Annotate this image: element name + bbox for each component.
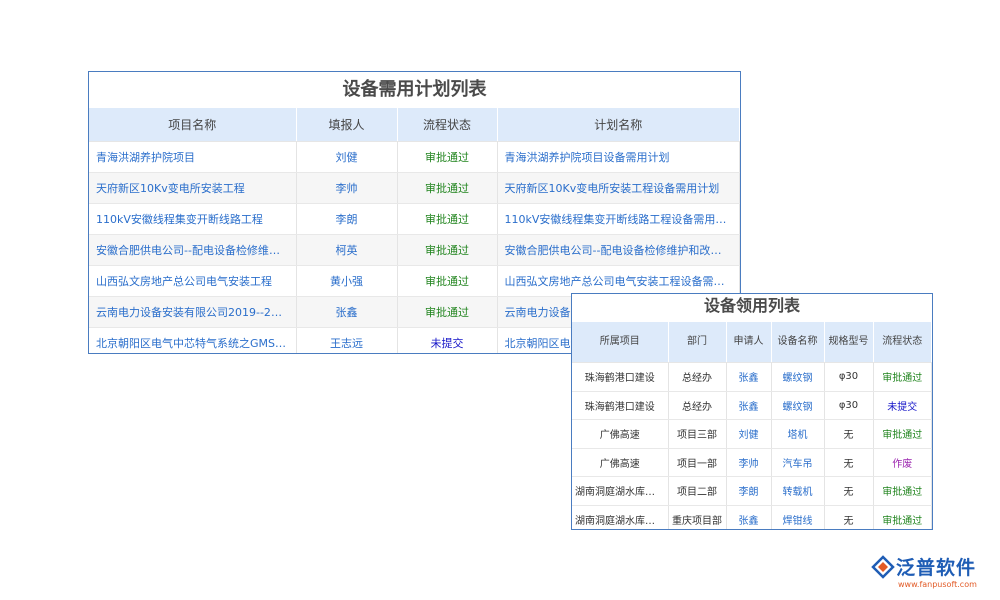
col-plan-name[interactable]: 计划名称	[497, 108, 740, 142]
plan-table-title: 设备需用计划列表	[342, 79, 487, 100]
plan-reporter-cell[interactable]: 张鑫	[296, 296, 398, 328]
col-applicant[interactable]: 申请人	[726, 322, 772, 363]
usage-status-cell: 作废	[873, 448, 932, 477]
plan-status-cell: 未提交	[397, 327, 498, 353]
usage-dept-cell: 项目一部	[668, 448, 727, 477]
plan-project-cell[interactable]: 青海洪湖养护院项目	[89, 141, 297, 173]
usage-spec-cell: 无	[824, 476, 874, 506]
logo-text: 泛普软件	[896, 557, 977, 579]
plan-name-cell[interactable]: 110kV安徽线程集变开断线路工程设备需用计划	[497, 203, 740, 235]
plan-project-cell[interactable]: 云南电力设备安装有限公司2019--2020年度项目	[89, 296, 297, 328]
plan-table-row[interactable]: 山西弘文房地产总公司电气安装工程 黄小强 审批通过 山西弘文房地产总公司电气安装工程设…	[89, 265, 740, 297]
usage-dept-cell: 项目三部	[668, 419, 727, 449]
plan-table-row[interactable]: 安徽合肥供电公司--配电设备检修维护和改造 柯英 审批通过 安徽合肥供电公司--配电设…	[89, 234, 740, 266]
usage-dept-cell: 总经办	[668, 362, 727, 392]
plan-table-header: 项目名称 填报人 流程状态 计划名称	[89, 108, 740, 142]
usage-project-cell: 湖南洞庭湖水库工程	[572, 476, 669, 506]
col-reporter[interactable]: 填报人	[296, 108, 398, 142]
plan-project-cell[interactable]: 山西弘文房地产总公司电气安装工程	[89, 265, 297, 297]
equipment-usage-panel: 设备领用列表 所属项目 部门 申请人 设备名称 规格型号 流程状态 珠海鹤港口建…	[571, 293, 933, 530]
plan-table-row[interactable]: 青海洪湖养护院项目 刘健 审批通过 青海洪湖养护院项目设备需用计划	[89, 141, 740, 173]
usage-table-header: 所属项目 部门 申请人 设备名称 规格型号 流程状态	[572, 322, 932, 363]
plan-reporter-cell[interactable]: 李朗	[296, 203, 398, 235]
usage-table-row[interactable]: 珠海鹤港口建设 总经办 张鑫 螺纹钢 φ30 审批通过	[572, 362, 932, 392]
usage-status-cell: 审批通过	[873, 505, 932, 529]
col-equipment-name[interactable]: 设备名称	[771, 322, 825, 363]
usage-spec-cell: 无	[824, 448, 874, 477]
usage-spec-cell: 无	[824, 505, 874, 529]
usage-status-cell: 审批通过	[873, 476, 932, 506]
plan-name-cell[interactable]: 山西弘文房地产总公司电气安装工程设备需用计划	[497, 265, 740, 297]
col-department[interactable]: 部门	[668, 322, 727, 363]
usage-applicant-cell[interactable]: 刘健	[726, 419, 772, 449]
usage-dept-cell: 重庆项目部	[668, 505, 727, 529]
fanpu-logo: 泛普软件 www.fanpusoft.com	[870, 553, 990, 593]
plan-table-row[interactable]: 天府新区10Kv变电所安装工程 李帅 审批通过 天府新区10Kv变电所安装工程设备需用…	[89, 172, 740, 204]
plan-table-row[interactable]: 110kV安徽线程集变开断线路工程 李朗 审批通过 110kV安徽线程集变开断线路工程…	[89, 203, 740, 235]
fanpu-logo-icon	[871, 555, 895, 579]
plan-project-cell[interactable]: 110kV安徽线程集变开断线路工程	[89, 203, 297, 235]
usage-dept-cell: 总经办	[668, 391, 727, 420]
usage-project-cell: 珠海鹤港口建设	[572, 391, 669, 420]
usage-equipment-cell[interactable]: 转载机	[771, 476, 825, 506]
usage-equipment-cell[interactable]: 焊钳线	[771, 505, 825, 529]
usage-table-row[interactable]: 湖南洞庭湖水库工程 项目二部 李朗 转载机无审批通过	[572, 476, 932, 506]
usage-table: 所属项目 部门 申请人 设备名称 规格型号 流程状态 珠海鹤港口建设 总经办 张鑫螺…	[572, 322, 932, 529]
usage-project-cell: 广佛高速	[572, 448, 669, 477]
usage-status-cell: 审批通过	[873, 362, 932, 392]
plan-reporter-cell[interactable]: 王志远	[296, 327, 398, 353]
plan-status-cell: 审批通过	[397, 172, 498, 204]
usage-applicant-cell[interactable]: 张鑫	[726, 362, 772, 392]
usage-applicant-cell[interactable]: 李帅	[726, 448, 772, 477]
usage-equipment-cell[interactable]: 螺纹钢	[771, 362, 825, 392]
usage-dept-cell: 项目二部	[668, 476, 727, 506]
col-owning-project[interactable]: 所属项目	[572, 322, 669, 363]
logo-url: www.fanpusoft.com	[898, 580, 977, 589]
plan-name-cell[interactable]: 天府新区10Kv变电所安装工程设备需用计划	[497, 172, 740, 204]
plan-reporter-cell[interactable]: 黄小强	[296, 265, 398, 297]
plan-reporter-cell[interactable]: 刘健	[296, 141, 398, 173]
col-status[interactable]: 流程状态	[397, 108, 498, 142]
usage-table-row[interactable]: 广佛高速 项目三部 刘健 塔机无审批通过	[572, 419, 932, 449]
usage-table-row[interactable]: 珠海鹤港口建设 总经办 张鑫 螺纹钢 φ30 未提交	[572, 391, 932, 420]
usage-equipment-cell[interactable]: 螺纹钢	[771, 391, 825, 420]
usage-status-cell: 审批通过	[873, 419, 932, 449]
col-flow-status[interactable]: 流程状态	[873, 322, 932, 363]
usage-project-cell: 湖南洞庭湖水库工程	[572, 505, 669, 529]
usage-table-row[interactable]: 湖南洞庭湖水库工程 重庆项目部 张鑫 焊钳线无审批通过	[572, 505, 932, 529]
usage-spec-cell: 无	[824, 419, 874, 449]
plan-project-cell[interactable]: 天府新区10Kv变电所安装工程	[89, 172, 297, 204]
usage-equipment-cell[interactable]: 汽车吊	[771, 448, 825, 477]
plan-status-cell: 审批通过	[397, 296, 498, 328]
plan-name-cell[interactable]: 青海洪湖养护院项目设备需用计划	[497, 141, 740, 173]
plan-name-cell[interactable]: 安徽合肥供电公司--配电设备检修维护和改造设备需用计划	[497, 234, 740, 266]
usage-table-title: 设备领用列表	[703, 296, 800, 315]
usage-spec-cell: φ30	[824, 362, 874, 392]
usage-project-cell: 珠海鹤港口建设	[572, 362, 669, 392]
col-project-name[interactable]: 项目名称	[89, 108, 297, 142]
usage-applicant-cell[interactable]: 张鑫	[726, 505, 772, 529]
col-spec-model[interactable]: 规格型号	[824, 322, 874, 363]
plan-status-cell: 审批通过	[397, 265, 498, 297]
usage-applicant-cell[interactable]: 李朗	[726, 476, 772, 506]
plan-reporter-cell[interactable]: 柯英	[296, 234, 398, 266]
usage-status-cell: 未提交	[873, 391, 932, 420]
plan-project-cell[interactable]: 北京朝阳区电气中芯特气系统之GMS工程	[89, 327, 297, 353]
plan-status-cell: 审批通过	[397, 203, 498, 235]
usage-equipment-cell[interactable]: 塔机	[771, 419, 825, 449]
plan-project-cell[interactable]: 安徽合肥供电公司--配电设备检修维护和改造	[89, 234, 297, 266]
plan-status-cell: 审批通过	[397, 234, 498, 266]
plan-reporter-cell[interactable]: 李帅	[296, 172, 398, 204]
usage-project-cell: 广佛高速	[572, 419, 669, 449]
usage-table-row[interactable]: 广佛高速 项目一部 李帅 汽车吊无作废	[572, 448, 932, 477]
usage-spec-cell: φ30	[824, 391, 874, 420]
plan-status-cell: 审批通过	[397, 141, 498, 173]
usage-applicant-cell[interactable]: 张鑫	[726, 391, 772, 420]
